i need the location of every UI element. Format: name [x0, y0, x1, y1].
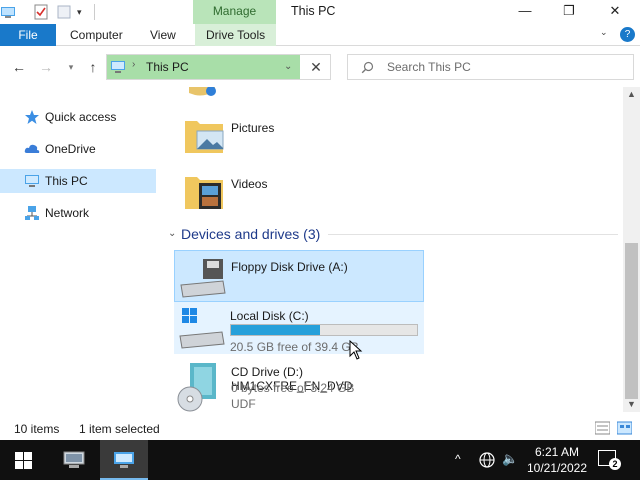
- local-disk-icon: [179, 308, 225, 349]
- breadcrumb-chevron-icon: ›: [132, 59, 136, 70]
- tab-file[interactable]: File: [0, 24, 56, 46]
- network-icon: [25, 206, 39, 220]
- folder-label: Pictures: [231, 121, 275, 135]
- drive-label: Floppy Disk Drive (A:): [231, 260, 348, 274]
- address-path: This PC: [146, 60, 189, 74]
- system-clock[interactable]: 6:21 AM 10/21/2022: [525, 444, 589, 476]
- scroll-down-icon[interactable]: ▼: [627, 399, 636, 409]
- folder-item-videos[interactable]: Videos: [183, 171, 343, 215]
- vertical-scrollbar[interactable]: ▲ ▼: [623, 87, 640, 412]
- file-explorer-icon: [114, 452, 134, 468]
- star-icon: [25, 110, 39, 124]
- clock-date: 10/21/2022: [526, 461, 588, 475]
- customize-qat-icon[interactable]: ▾: [77, 4, 87, 20]
- windows-logo-icon: [15, 452, 32, 469]
- nav-label: OneDrive: [45, 142, 96, 156]
- clear-address-button[interactable]: ✕: [306, 58, 326, 76]
- drive-item-floppy[interactable]: Floppy Disk Drive (A:): [174, 250, 424, 302]
- clock-time: 6:21 AM: [534, 445, 580, 459]
- nav-item-this-pc[interactable]: This PC: [0, 169, 156, 193]
- nav-item-quick-access[interactable]: Quick access: [0, 105, 156, 129]
- window-title: This PC: [291, 4, 336, 18]
- properties-icon[interactable]: [33, 4, 49, 20]
- expand-ribbon-icon[interactable]: ⌄: [600, 27, 608, 38]
- group-header-devices[interactable]: Devices and drives (3): [181, 226, 320, 242]
- cd-drive-icon: [177, 363, 216, 412]
- taskbar-server-manager[interactable]: [50, 440, 98, 480]
- close-button[interactable]: ✕: [592, 0, 638, 24]
- status-bar: 10 items 1 item selected: [0, 417, 640, 440]
- folder-icon[interactable]: [185, 87, 219, 99]
- large-icons-view-icon[interactable]: [617, 421, 632, 435]
- drive-label: Local Disk (C:): [230, 309, 309, 323]
- content-pane: Pictures Videos ⌄ Devices and drives (3)…: [163, 87, 623, 412]
- action-center-icon[interactable]: 2: [598, 450, 621, 470]
- recent-locations-icon[interactable]: ▾: [62, 57, 80, 77]
- start-button[interactable]: [0, 440, 48, 480]
- forward-button[interactable]: →: [37, 57, 55, 77]
- computer-icon: [111, 61, 125, 73]
- computer-icon: [25, 175, 39, 187]
- nav-item-onedrive[interactable]: OneDrive: [0, 137, 156, 161]
- folder-label: Videos: [231, 177, 268, 191]
- drive-item-cd[interactable]: CD Drive (D:) HM1CXFRE_EN_DVD 0 bytes fr…: [174, 357, 424, 412]
- back-button[interactable]: ←: [10, 57, 28, 77]
- drive-file-system: UDF: [231, 397, 256, 411]
- details-view-icon[interactable]: [595, 421, 610, 435]
- search-box[interactable]: Search This PC: [347, 54, 634, 80]
- floppy-drive-icon: [180, 259, 226, 298]
- address-bar[interactable]: › This PC ⌄ ✕: [106, 54, 331, 80]
- selection-count: 1 item selected: [79, 422, 160, 436]
- nav-item-network[interactable]: Network: [0, 201, 156, 225]
- help-icon[interactable]: ?: [620, 27, 635, 42]
- network-status-icon[interactable]: [479, 452, 495, 468]
- videos-folder-icon: [185, 177, 223, 209]
- tab-view[interactable]: View: [150, 24, 176, 46]
- minimize-button[interactable]: —: [502, 0, 548, 24]
- ribbon-tabs: File Computer View Drive Tools ⌄ ?: [0, 24, 640, 46]
- notification-badge: 2: [609, 458, 621, 470]
- drive-free-space: 0 bytes free of 3.24 GB: [231, 381, 355, 395]
- taskbar-file-explorer[interactable]: [100, 440, 148, 480]
- server-manager-icon: [63, 451, 85, 468]
- drive-usage-bar: [230, 324, 418, 336]
- group-divider: [328, 234, 618, 235]
- drive-item-local-disk[interactable]: Local Disk (C:) 20.5 GB free of 39.4 GB: [174, 302, 424, 354]
- maximize-button[interactable]: ❐: [546, 0, 592, 24]
- new-folder-icon[interactable]: [56, 4, 72, 20]
- navigation-bar: ← → ▾ ↑ › This PC ⌄ ✕ Search This PC: [0, 47, 640, 87]
- up-button[interactable]: ↑: [84, 57, 102, 77]
- tab-manage[interactable]: Manage: [193, 0, 276, 24]
- tab-computer[interactable]: Computer: [70, 24, 123, 46]
- show-hidden-icons-icon[interactable]: ^: [455, 452, 461, 466]
- nav-label: This PC: [45, 174, 88, 188]
- scrollbar-thumb[interactable]: [625, 243, 638, 399]
- volume-muted-icon[interactable]: 🔈: [502, 451, 518, 467]
- mouse-cursor-icon: [349, 340, 363, 360]
- scroll-up-icon[interactable]: ▲: [627, 89, 636, 99]
- tab-drive-tools[interactable]: Drive Tools: [195, 24, 277, 46]
- cloud-icon: [24, 144, 40, 153]
- title-bar: ▾ Manage This PC — ❐ ✕: [0, 0, 640, 24]
- collapse-group-icon[interactable]: ⌄: [168, 228, 176, 239]
- drive-usage-fill: [231, 325, 321, 335]
- drive-free-space: 20.5 GB free of 39.4 GB: [230, 340, 359, 354]
- address-dropdown-icon[interactable]: ⌄: [284, 61, 292, 72]
- address-path-selection: [107, 55, 300, 79]
- nav-label: Network: [45, 206, 90, 220]
- item-count: 10 items: [14, 422, 60, 436]
- search-icon: [361, 61, 374, 74]
- folder-item-pictures[interactable]: Pictures: [183, 115, 343, 159]
- pictures-folder-icon: [185, 121, 224, 153]
- search-input[interactable]: Search This PC: [387, 60, 471, 74]
- qat-divider: [94, 4, 95, 20]
- taskbar: ^ 🔈 6:21 AM 10/21/2022 2: [0, 440, 640, 480]
- navigation-pane: Quick access OneDrive This PC Network: [0, 87, 157, 412]
- nav-label: Quick access: [45, 110, 117, 124]
- explorer-window-icon[interactable]: [0, 4, 16, 20]
